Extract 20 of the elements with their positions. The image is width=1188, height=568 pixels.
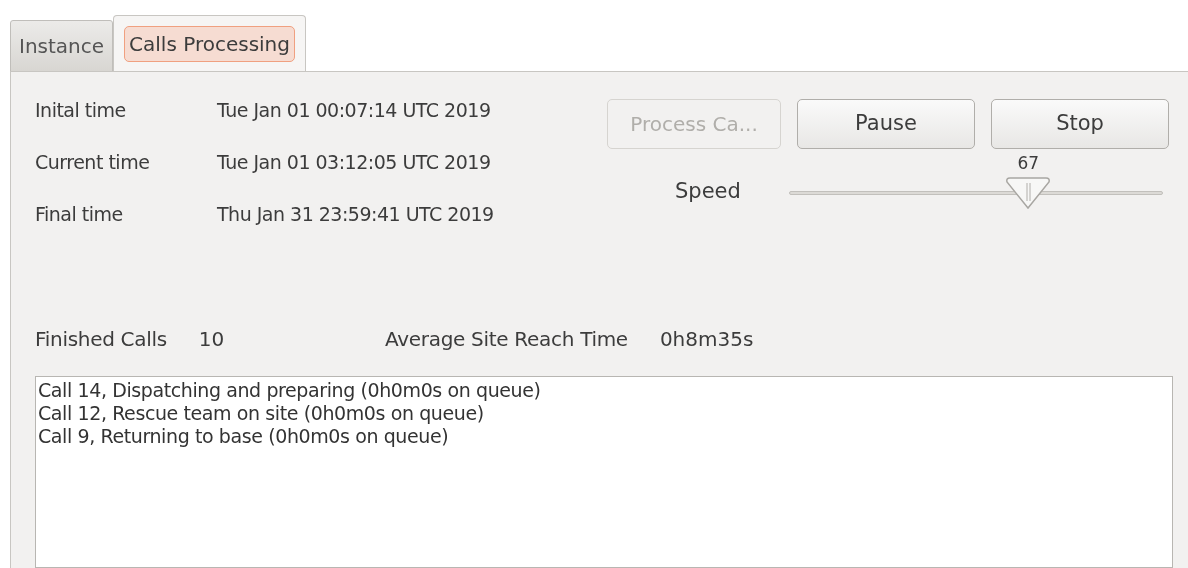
stat-value: 0h8m35s: [659, 326, 754, 353]
action-button[interactable]: Pause: [797, 99, 975, 149]
log-entry: Call 12, Rescue team on site (0h0m0s on queue): [38, 402, 485, 425]
tab[interactable]: Calls Processing: [113, 15, 306, 72]
log-entry: Call 9, Returning to base (0h0m0s on queue): [38, 425, 450, 448]
slider-value: 67: [1017, 155, 1040, 172]
tab[interactable]: Instance: [10, 20, 114, 72]
stat-value: 10: [198, 326, 225, 353]
time-label: Final time: [35, 201, 124, 227]
stat-label: Average Site Reach Time: [385, 326, 628, 353]
stat-label: Finished Calls: [35, 326, 167, 353]
log-entry: Call 14, Dispatching and preparing (0h0m0s on queue): [38, 379, 542, 402]
time-label: Current time: [35, 149, 151, 175]
slider-thumb[interactable]: [1005, 176, 1052, 210]
time-value: Tue Jan 01 00:07:14 UTC 2019: [217, 97, 491, 123]
action-button[interactable]: Stop: [991, 99, 1169, 149]
time-label: Inital time: [35, 97, 127, 123]
speed-label: Speed: [674, 177, 742, 205]
time-value: Tue Jan 01 03:12:05 UTC 2019: [217, 149, 491, 175]
time-value: Thu Jan 31 23:59:41 UTC 2019: [217, 201, 494, 227]
